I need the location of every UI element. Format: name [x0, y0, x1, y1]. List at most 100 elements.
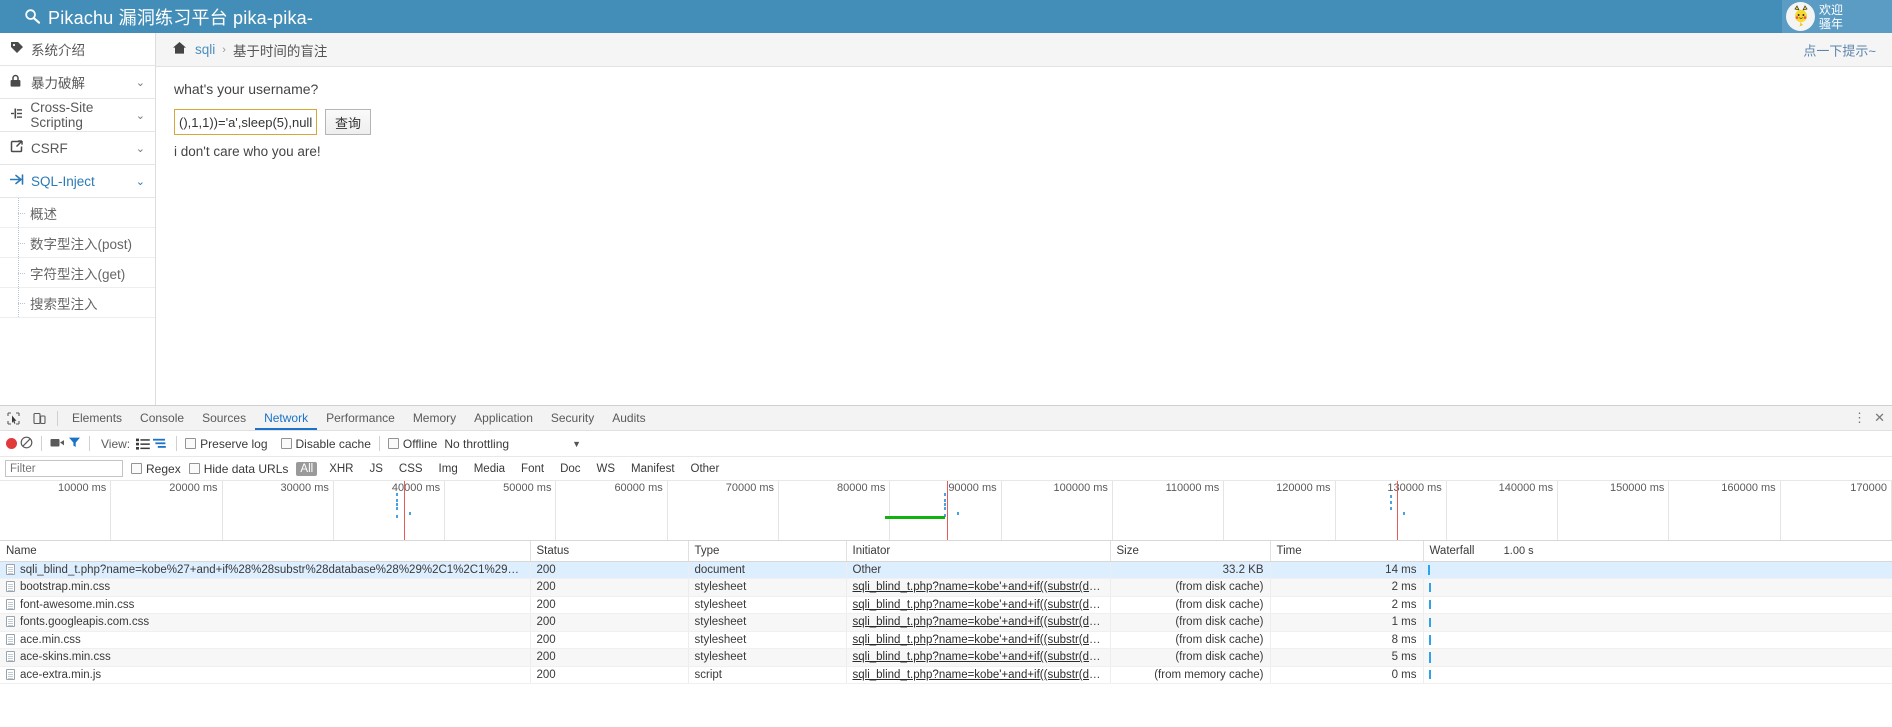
checkbox-box [280, 438, 292, 449]
filter-type-all[interactable]: All [296, 461, 318, 476]
record-button[interactable] [6, 438, 17, 449]
chevron-down-icon[interactable]: ▼ [572, 439, 581, 449]
sidebar-subitem-search[interactable]: 搜索型注入 [0, 288, 155, 318]
table-row[interactable]: bootstrap.min.css 200 stylesheet sqli_blind… [0, 578, 1892, 597]
cell-status: 200 [530, 596, 689, 614]
cell-time: 0 ms [1270, 666, 1424, 684]
column-header-name[interactable]: Name [0, 541, 531, 562]
network-filter-bar: Regex Hide data URLs All XHR JS CSS Img … [0, 457, 1892, 481]
submit-button[interactable]: 查询 [325, 109, 372, 135]
clear-icon[interactable] [20, 436, 33, 452]
filter-type-other[interactable]: Other [687, 462, 724, 476]
breadcrumb-root-link[interactable]: sqli [195, 42, 215, 57]
tab-performance[interactable]: Performance [317, 406, 404, 430]
column-header-type[interactable]: Type [688, 541, 847, 562]
preserve-log-checkbox[interactable]: Preserve log [185, 437, 268, 451]
tab-memory[interactable]: Memory [404, 406, 465, 430]
cell-initiator[interactable]: sqli_blind_t.php?name=kobe'+and+if((subs… [846, 648, 1111, 667]
request-name: fonts.googleapis.com.css [20, 616, 150, 629]
table-row[interactable]: fonts.googleapis.com.css 200 stylesheet sql… [0, 613, 1892, 632]
cell-initiator[interactable]: sqli_blind_t.php?name=kobe'+and+if((subs… [846, 596, 1111, 614]
overview-tick-label: 60000 ms [614, 482, 663, 494]
filter-type-manifest[interactable]: Manifest [627, 462, 678, 476]
filter-type-img[interactable]: Img [435, 462, 462, 476]
filter-type-ws[interactable]: WS [593, 462, 620, 476]
sidebar-subitem-char-get[interactable]: 字符型注入(get) [0, 258, 155, 288]
waterfall-bar [1428, 670, 1431, 680]
filter-type-media[interactable]: Media [470, 462, 509, 476]
sidebar-item-csrf[interactable]: CSRF ⌄ [0, 132, 155, 165]
hide-data-urls-checkbox[interactable]: Hide data URLs [188, 461, 289, 476]
column-header-status[interactable]: Status [530, 541, 689, 562]
filter-type-font[interactable]: Font [517, 462, 548, 476]
table-row[interactable]: sqli_blind_t.php?name=kobe%27+and+if%28%… [0, 561, 1892, 579]
initiator-link[interactable]: sqli_blind_t.php?name=kobe'+and+if((subs… [853, 634, 1110, 646]
waterfall-view-icon[interactable] [153, 438, 168, 450]
inspect-cursor-icon[interactable] [0, 406, 26, 430]
column-header-initiator[interactable]: Initiator [846, 541, 1111, 562]
welcome-line-2: 骚年 [1819, 16, 1844, 31]
hide-data-urls-label: Hide data URLs [203, 461, 289, 476]
network-overview-timeline[interactable]: 10000 ms 20000 ms 30000 ms 40000 ms 50000 ms… [0, 481, 1892, 541]
filter-type-css[interactable]: CSS [395, 462, 427, 476]
cell-initiator[interactable]: sqli_blind_t.php?name=kobe'+and+if((subs… [846, 578, 1111, 597]
tab-console[interactable]: Console [131, 406, 193, 430]
filter-type-xhr[interactable]: XHR [325, 462, 357, 476]
device-toolbar-icon[interactable] [26, 406, 52, 430]
tab-elements[interactable]: Elements [63, 406, 131, 430]
initiator-link[interactable]: sqli_blind_t.php?name=kobe'+and+if((subs… [853, 599, 1110, 611]
tab-security[interactable]: Security [542, 406, 603, 430]
tab-application[interactable]: Application [465, 406, 542, 430]
table-row[interactable]: ace-extra.min.js 200 script sqli_blind_t.ph… [0, 666, 1892, 684]
throttling-select[interactable]: No throttling [444, 437, 509, 451]
cell-initiator[interactable]: sqli_blind_t.php?name=kobe'+and+if((subs… [846, 631, 1111, 649]
column-header-waterfall[interactable]: Waterfall 1.00 s [1423, 541, 1892, 562]
cell-initiator[interactable]: sqli_blind_t.php?name=kobe'+and+if((subs… [846, 613, 1111, 632]
camera-icon[interactable] [50, 437, 65, 451]
initiator-link[interactable]: sqli_blind_t.php?name=kobe'+and+if((subs… [853, 651, 1110, 663]
home-icon[interactable] [172, 41, 187, 58]
overview-tick: 80000 ms [779, 481, 891, 540]
initiator-link[interactable]: sqli_blind_t.php?name=kobe'+and+if((subs… [853, 669, 1110, 681]
sidebar-item-bruteforce[interactable]: 暴力破解 ⌄ [0, 66, 155, 99]
table-row[interactable]: font-awesome.min.css 200 stylesheet sqli_bl… [0, 596, 1892, 614]
overview-tick-label: 170000 [1850, 482, 1887, 494]
waterfall-bar [1428, 617, 1431, 627]
column-header-time[interactable]: Time [1270, 541, 1424, 562]
disable-cache-checkbox[interactable]: Disable cache [280, 437, 371, 451]
column-header-size[interactable]: Size [1110, 541, 1271, 562]
cell-waterfall [1423, 596, 1892, 614]
sidebar: 系统介绍 暴力破解 ⌄ Cross-Site Scripting ⌄ CSRF … [0, 33, 156, 405]
sidebar-item-sql-inject[interactable]: SQL-Inject ⌄ [0, 165, 155, 198]
regex-checkbox[interactable]: Regex [131, 462, 181, 476]
username-input[interactable] [174, 109, 317, 135]
list-view-icon[interactable] [136, 438, 150, 450]
hint-link[interactable]: 点一下提示~ [1803, 40, 1876, 59]
close-icon[interactable]: ✕ [1874, 406, 1885, 430]
kebab-menu-icon[interactable]: ⋮ [1853, 406, 1866, 430]
waterfall-label: Waterfall [1429, 544, 1475, 557]
funnel-icon[interactable] [68, 436, 81, 452]
sidebar-subitem-overview[interactable]: 概述 [0, 198, 155, 228]
initiator-link[interactable]: sqli_blind_t.php?name=kobe'+and+if((subs… [853, 581, 1110, 593]
sidebar-item-intro[interactable]: 系统介绍 [0, 33, 155, 66]
filter-type-doc[interactable]: Doc [556, 462, 584, 476]
user-menu[interactable]: 欢迎 骚年 [1782, 0, 1892, 33]
initiator-link[interactable]: sqli_blind_t.php?name=kobe'+and+if((subs… [853, 616, 1110, 628]
tab-audits[interactable]: Audits [603, 406, 654, 430]
sidebar-subitem-numeric-post[interactable]: 数字型注入(post) [0, 228, 155, 258]
overview-request-dot [396, 503, 398, 506]
sidebar-item-xss[interactable]: Cross-Site Scripting ⌄ [0, 99, 155, 132]
cell-type: stylesheet [688, 613, 847, 632]
cell-size: (from disk cache) [1110, 596, 1271, 614]
filter-input[interactable] [5, 460, 123, 477]
cell-initiator[interactable]: sqli_blind_t.php?name=kobe'+and+if((subs… [846, 666, 1111, 684]
tab-network[interactable]: Network [255, 406, 318, 430]
overview-event-marker [404, 481, 405, 540]
offline-checkbox[interactable]: Offline [387, 437, 437, 451]
filter-type-js[interactable]: JS [365, 462, 386, 476]
table-row[interactable]: ace-skins.min.css 200 stylesheet sqli_blind… [0, 648, 1892, 667]
tab-sources[interactable]: Sources [193, 406, 255, 430]
request-name: ace-skins.min.css [20, 651, 111, 664]
table-row[interactable]: ace.min.css 200 stylesheet sqli_blind_t.php… [0, 631, 1892, 649]
